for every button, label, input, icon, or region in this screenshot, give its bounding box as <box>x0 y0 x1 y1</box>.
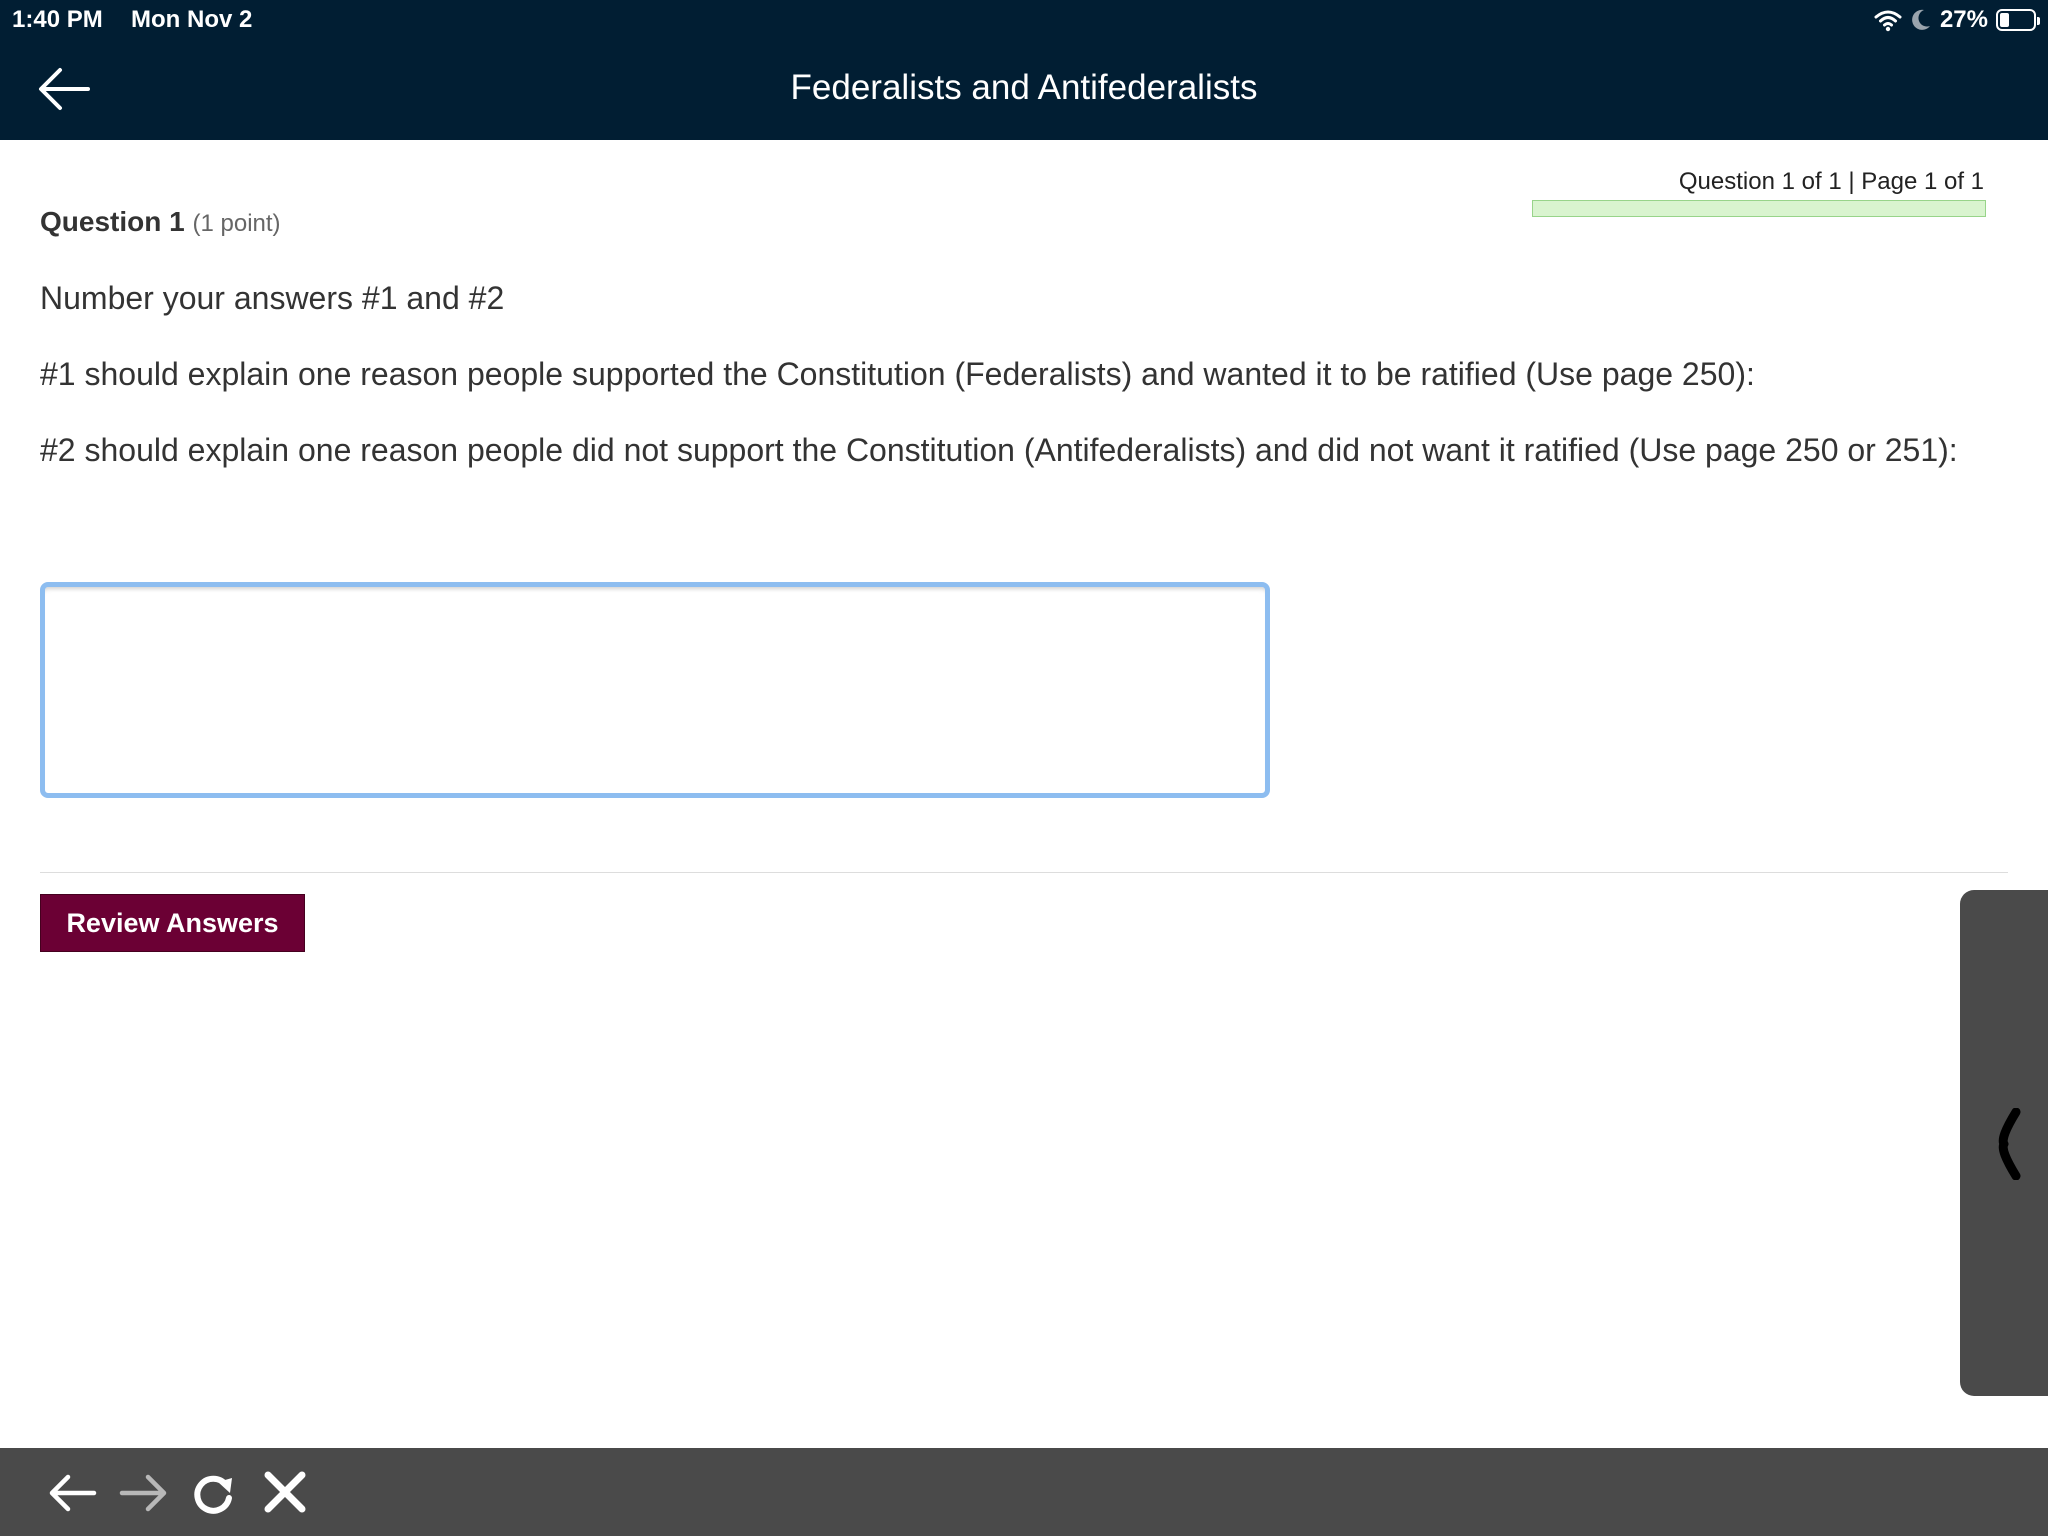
review-answers-button[interactable]: Review Answers <box>40 894 305 952</box>
toolbar-back-button[interactable] <box>46 1468 100 1518</box>
progress-label: Question 1 of 1 | Page 1 of 1 <box>1678 168 1984 195</box>
divider <box>40 872 2008 873</box>
status-time: 1:40 PM <box>12 6 103 33</box>
page-title: Federalists and Antifederalists <box>790 68 1258 107</box>
battery-tip <box>2037 17 2040 25</box>
status-indicators: 27% <box>1874 5 2040 35</box>
question-heading: Question 1 (1 point) <box>40 206 281 238</box>
question-points: (1 point) <box>192 210 281 237</box>
arrow-left-icon <box>49 1474 97 1512</box>
question-prompt-2: #2 should explain one reason people did … <box>40 432 1958 468</box>
app-header: Federalists and Antifederalists <box>0 38 2048 140</box>
browser-toolbar <box>0 1448 2048 1536</box>
toolbar-forward-button[interactable] <box>116 1468 170 1518</box>
wifi-icon <box>1874 10 1902 32</box>
close-icon <box>264 1471 306 1513</box>
status-bar: 1:40 PM Mon Nov 2 27% <box>0 0 2048 38</box>
answer-textarea[interactable] <box>40 582 1270 798</box>
progress-bar <box>1532 200 1986 217</box>
progress-fill <box>1533 201 1985 216</box>
toolbar-reload-button[interactable] <box>186 1468 240 1518</box>
arrow-right-icon <box>119 1474 167 1512</box>
side-drawer-handle[interactable] <box>1960 890 2048 1396</box>
moon-icon <box>1912 9 1930 30</box>
chevron-left-icon <box>1998 1108 2021 1180</box>
battery-icon <box>1996 9 2040 31</box>
question-prompt-1: #1 should explain one reason people supp… <box>40 356 1755 392</box>
question-instruction: Number your answers #1 and #2 <box>40 280 505 316</box>
question-number: Question 1 <box>40 206 185 237</box>
status-date: Mon Nov 2 <box>131 6 253 33</box>
battery-percent: 27% <box>1939 6 1988 33</box>
reload-icon <box>194 1475 232 1514</box>
toolbar-close-button[interactable] <box>258 1468 312 1518</box>
battery-fill <box>2000 13 2009 27</box>
